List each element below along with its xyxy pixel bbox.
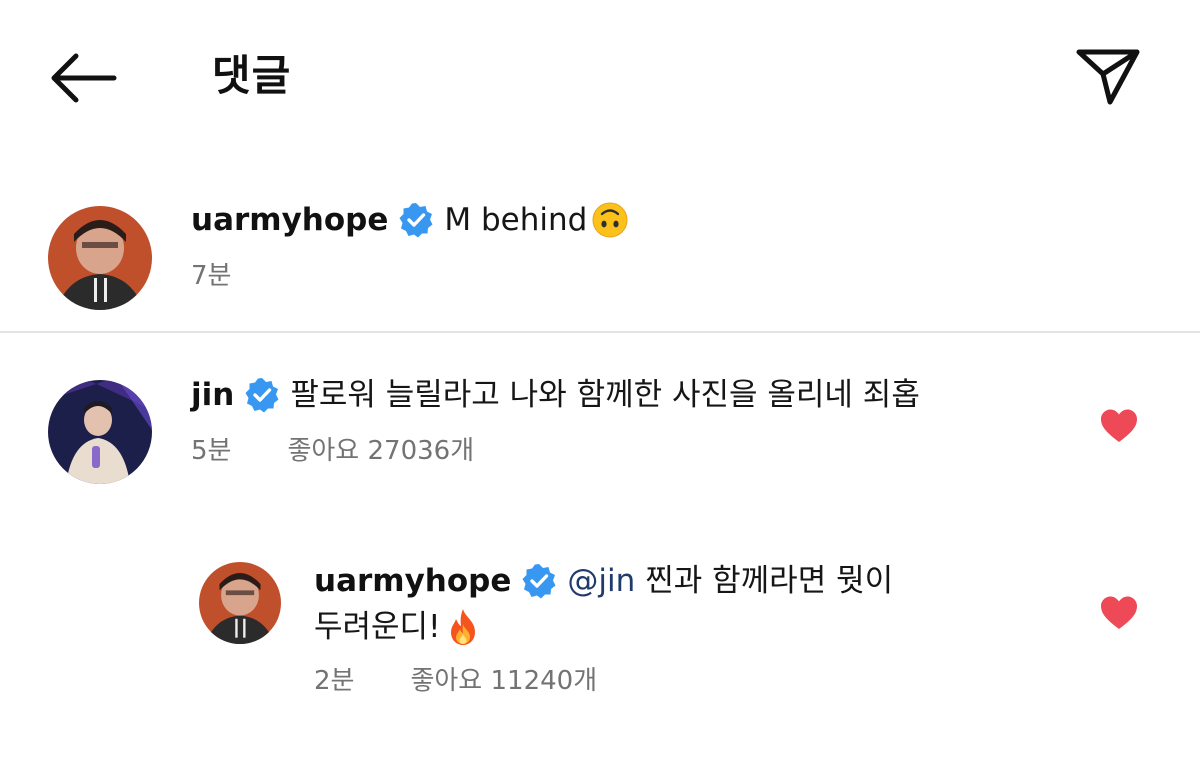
reply-text-line2: 두려운디! <box>314 609 441 645</box>
caption-line: uarmyhope M behind <box>191 198 629 242</box>
paper-plane-icon <box>1076 49 1140 105</box>
fire-icon <box>445 607 481 647</box>
reply-line-2: 두려운디! <box>314 605 481 649</box>
like-button[interactable] <box>1099 595 1139 631</box>
reply-username[interactable]: uarmyhope <box>314 559 511 603</box>
avatar[interactable] <box>48 380 152 484</box>
avatar[interactable] <box>48 206 152 310</box>
avatar[interactable] <box>199 562 281 644</box>
verified-badge-icon <box>398 202 434 238</box>
page-title: 댓글 <box>212 51 292 100</box>
caption-text: M behind <box>444 202 588 238</box>
comment-text: 팔로워 늘릴라고 나와 함께한 사진을 올리네 죄홉 <box>290 377 920 413</box>
caption-time: 7분 <box>191 261 232 291</box>
verified-badge-icon <box>244 377 280 413</box>
arrow-left-icon <box>51 53 117 103</box>
heart-icon <box>1101 596 1137 629</box>
share-button[interactable] <box>1068 40 1148 112</box>
comment-time: 5분 <box>191 436 232 466</box>
reply-likes[interactable]: 좋아요 11240개 <box>410 666 597 696</box>
comment-meta: 5분 좋아요 27036개 <box>191 433 474 469</box>
reply-time: 2분 <box>314 666 355 696</box>
verified-badge-icon <box>521 563 557 599</box>
comment-username[interactable]: jin <box>191 373 234 417</box>
back-button[interactable] <box>44 46 120 110</box>
reply-text-line1: 찐과 함께라면 뭣이 <box>645 563 894 599</box>
comment-line: jin 팔로워 늘릴라고 나와 함께한 사진을 올리네 죄홉 <box>191 373 920 417</box>
caption-meta: 7분 <box>191 258 231 294</box>
comment-likes[interactable]: 좋아요 27036개 <box>287 436 474 466</box>
like-button[interactable] <box>1099 408 1139 444</box>
divider <box>0 331 1200 333</box>
reply-line-1: uarmyhope @jin 찐과 함께라면 뭣이 <box>314 559 893 603</box>
caption-username[interactable]: uarmyhope <box>191 198 388 242</box>
heart-icon <box>1101 409 1137 442</box>
header: 댓글 <box>0 0 1200 150</box>
upside-down-face-icon <box>591 201 629 239</box>
reply-meta: 2분 좋아요 11240개 <box>314 663 597 699</box>
reply-mention[interactable]: @jin <box>567 559 635 603</box>
